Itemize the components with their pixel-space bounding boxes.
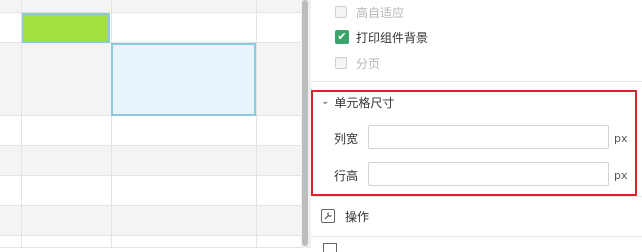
checkbox-pagination[interactable]: 分页	[335, 54, 380, 72]
row-height-label: 行高	[334, 169, 359, 183]
checkbox-label: 分页	[356, 56, 381, 71]
spreadsheet-grid[interactable]	[0, 0, 301, 248]
cell-size-section-header[interactable]: ⌄ 单元格尺寸	[321, 92, 394, 112]
checkbox-print-background[interactable]: ✔ 打印组件背景	[335, 28, 428, 46]
chevron-down-icon: ⌄	[321, 95, 330, 107]
checkbox-checked-icon[interactable]: ✔	[335, 30, 349, 44]
column-width-input[interactable]	[368, 125, 609, 149]
settings-panel: 高自适应 ✔ 打印组件背景 分页 ⌄ 单元格尺寸 列宽 px 行高 px 操作	[311, 0, 642, 252]
divider	[311, 236, 642, 237]
checkbox-box[interactable]	[335, 6, 347, 18]
row-height-unit: px	[614, 169, 628, 182]
checkbox-label: 高自适应	[356, 5, 405, 20]
operations-section-header[interactable]: 操作	[321, 206, 369, 226]
operations-label: 操作	[345, 209, 370, 224]
column-width-unit: px	[614, 132, 628, 145]
check-icon: ✔	[337, 30, 347, 43]
column-width-label: 列宽	[334, 132, 359, 146]
wrench-icon	[321, 209, 335, 223]
grid-column-divider	[111, 0, 112, 248]
checkbox-label: 打印组件背景	[356, 30, 429, 45]
checkbox-auto-height[interactable]: 高自适应	[335, 3, 404, 21]
section-title: 单元格尺寸	[334, 95, 395, 110]
selected-cell[interactable]	[111, 43, 256, 116]
green-filled-cell[interactable]	[22, 13, 110, 43]
divider	[311, 81, 642, 82]
row-height-input[interactable]	[368, 162, 609, 186]
scrollbar-thumb[interactable]	[302, 0, 308, 246]
checkbox-box[interactable]	[335, 57, 347, 69]
divider	[311, 196, 642, 197]
grid-column-divider	[256, 0, 257, 248]
